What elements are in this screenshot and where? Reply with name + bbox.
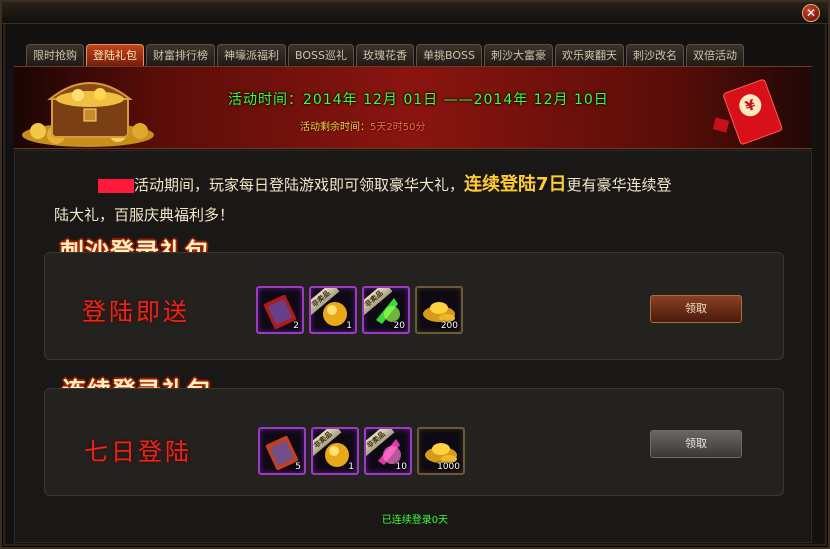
reward-slot[interactable]: 非卖品 20 (362, 286, 410, 334)
intro-highlight: 连续登陆7日 (464, 174, 567, 195)
intro-text-2: 更有豪华连续登 (566, 176, 672, 194)
treasure-chest-icon (22, 82, 154, 147)
reward-slot[interactable]: 5 (258, 427, 306, 475)
item-quantity: 1000 (437, 462, 460, 472)
intro-text-1: 活动期间，玩家每日登陆游戏即可领取豪华大礼， (134, 176, 465, 194)
event-banner: 活动时间：2014年 12月 01日 ——2014年 12月 10日 活动剩余时… (14, 66, 812, 149)
claim-consecutive-gift-button[interactable]: 领取 (650, 430, 742, 458)
event-description: 活动期间，玩家每日登陆游戏即可领取豪华大礼，连续登陆7日更有豪华连续登 陆大礼，… (54, 170, 778, 224)
redacted-mark (98, 178, 134, 193)
item-quantity: 1 (348, 462, 354, 472)
reward-slot[interactable]: 200 (415, 286, 463, 334)
event-time: 活动时间：2014年 12月 01日 ——2014年 12月 10日 (228, 92, 609, 108)
reward-slot[interactable]: 非卖品 1 (311, 427, 359, 475)
tab-solo-boss[interactable]: 单挑BOSS (415, 44, 482, 68)
red-envelope-icon: ¥ (712, 79, 783, 145)
tab-tycoon-welfare[interactable]: 神壕派福利 (217, 44, 286, 68)
item-quantity: 2 (293, 321, 299, 331)
intro-line-2: 陆大礼，百服庆典福利多！ (54, 206, 235, 224)
consecutive-gift-label: 七日登陆 (84, 438, 192, 466)
tab-limited-sale[interactable]: 限时抢购 (26, 44, 84, 68)
login-gift-items: 2 非卖品 1 非卖品 20 200 (256, 286, 463, 334)
item-quantity: 20 (393, 321, 405, 331)
reward-slot[interactable]: 1000 (417, 427, 465, 475)
tab-wealth-ranking[interactable]: 财富排行榜 (146, 44, 215, 68)
tab-boss-tour[interactable]: BOSS巡礼 (288, 44, 354, 68)
item-quantity: 1 (346, 321, 352, 331)
item-quantity: 200 (440, 321, 458, 331)
tab-happy-fun[interactable]: 欢乐爽翻天 (554, 44, 624, 68)
tab-rose-fragrance[interactable]: 玫瑰花香 (355, 44, 414, 68)
consecutive-gift-items: 5 非卖品 1 非卖品 10 1000 (258, 427, 465, 475)
reward-slot[interactable]: 非卖品 10 (364, 427, 412, 475)
reward-slot[interactable]: 2 (256, 286, 304, 334)
item-quantity: 10 (395, 462, 407, 472)
close-icon[interactable]: ✕ (802, 4, 820, 22)
item-quantity: 5 (295, 462, 301, 472)
claim-login-gift-button[interactable]: 领取 (650, 295, 742, 323)
reward-slot[interactable]: 非卖品 1 (309, 286, 357, 334)
tab-casha-rename[interactable]: 刺沙改名 (625, 44, 684, 68)
tab-double-event[interactable]: 双倍活动 (685, 44, 744, 68)
event-remaining: 活动剩余时间：5天2时50分 (300, 118, 425, 133)
login-gift-label: 登陆即送 (82, 298, 190, 326)
consecutive-login-status: 已连续登录0天 (381, 515, 449, 526)
title-bar: ✕ (2, 2, 828, 24)
tab-login-gift[interactable]: 登陆礼包 (86, 44, 144, 68)
tab-bar: 限时抢购 登陆礼包 财富排行榜 神壕派福利 BOSS巡礼 玫瑰花香 单挑BOSS… (26, 44, 746, 68)
tab-casha-tycoon[interactable]: 刺沙大富豪 (483, 44, 553, 68)
remaining-value: 5天2时50分 (370, 122, 426, 133)
remaining-label: 活动剩余时间： (300, 122, 370, 133)
